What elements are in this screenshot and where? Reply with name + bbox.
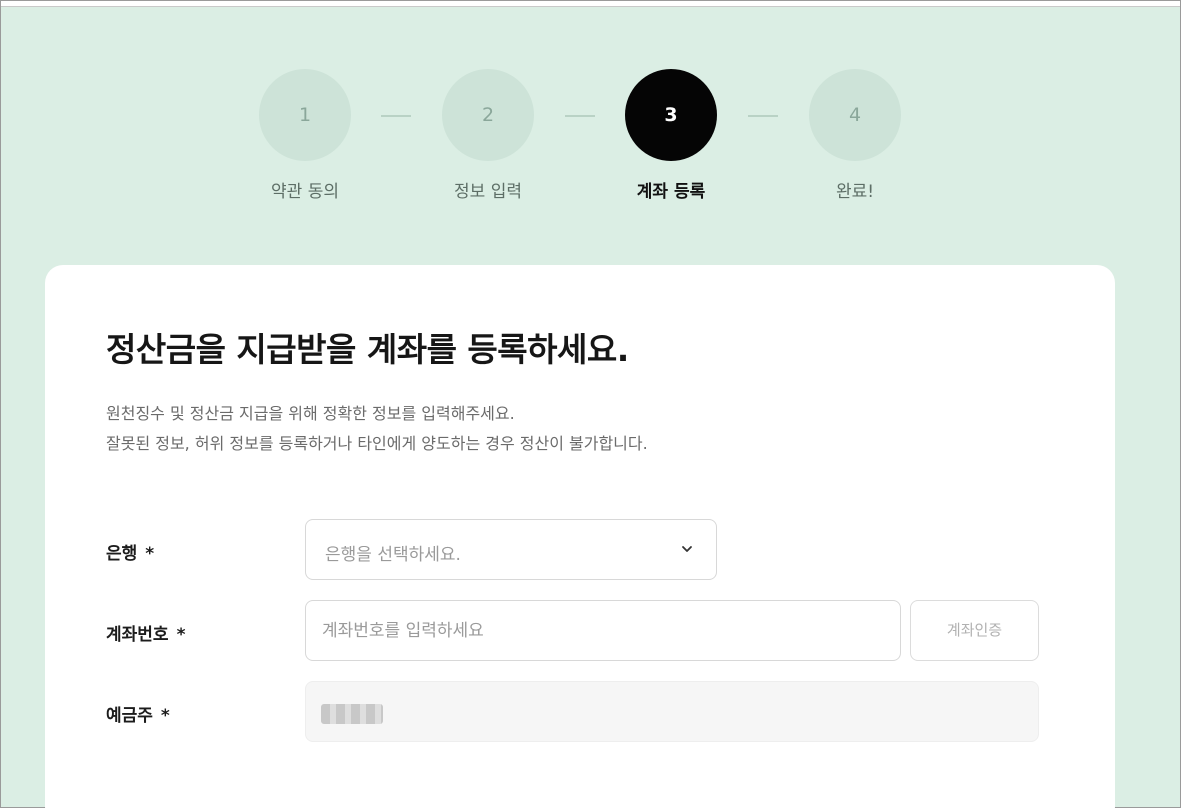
required-mark: * <box>160 706 170 726</box>
step-connector <box>748 115 778 117</box>
required-mark: * <box>145 544 155 564</box>
description: 원천징수 및 정산금 지급을 위해 정확한 정보를 입력해주세요. 잘못된 정보… <box>106 399 648 459</box>
step-2: 2 정보 입력 <box>442 69 534 202</box>
page-title: 정산금을 지급받을 계좌를 등록하세요. <box>106 330 629 369</box>
progress-stepper: 1 약관 동의 2 정보 입력 3 계좌 등록 4 완료! <box>1 1 1180 261</box>
bank-select-placeholder: 은행을 선택하세요. <box>325 545 461 565</box>
account-number-label-text: 계좌번호 <box>106 625 169 645</box>
step-connector <box>381 115 411 117</box>
account-holder-field <box>305 681 1039 742</box>
description-line-2: 잘못된 정보, 허위 정보를 등록하거나 타인에게 양도하는 경우 정산이 불가… <box>106 434 648 453</box>
step-connector <box>565 115 595 117</box>
account-holder-label: 예금주 * <box>106 701 170 726</box>
step-3: 3 계좌 등록 <box>625 69 717 202</box>
account-holder-label-text: 예금주 <box>106 706 153 726</box>
step-1-circle: 1 <box>259 69 351 161</box>
bank-label: 은행 * <box>106 539 154 564</box>
bank-select[interactable]: 은행을 선택하세요. <box>305 519 717 580</box>
step-1-label: 약관 동의 <box>271 182 339 202</box>
redacted-holder-name <box>321 704 383 724</box>
bank-label-text: 은행 <box>106 544 138 564</box>
description-line-1: 원천징수 및 정산금 지급을 위해 정확한 정보를 입력해주세요. <box>106 404 515 423</box>
step-4: 4 완료! <box>809 69 901 202</box>
required-mark: * <box>176 625 186 645</box>
step-4-circle: 4 <box>809 69 901 161</box>
step-3-circle: 3 <box>625 69 717 161</box>
step-4-label: 완료! <box>835 182 875 202</box>
step-2-circle: 2 <box>442 69 534 161</box>
account-number-input[interactable] <box>305 600 901 661</box>
step-2-label: 정보 입력 <box>454 182 522 202</box>
account-registration-card: 정산금을 지급받을 계좌를 등록하세요. 원천징수 및 정산금 지급을 위해 정… <box>45 265 1115 808</box>
step-3-label: 계좌 등록 <box>636 182 706 202</box>
account-number-label: 계좌번호 * <box>106 620 185 645</box>
chevron-down-icon <box>682 546 692 552</box>
step-1: 1 약관 동의 <box>259 69 351 202</box>
verify-account-button[interactable]: 계좌인증 <box>910 600 1039 661</box>
